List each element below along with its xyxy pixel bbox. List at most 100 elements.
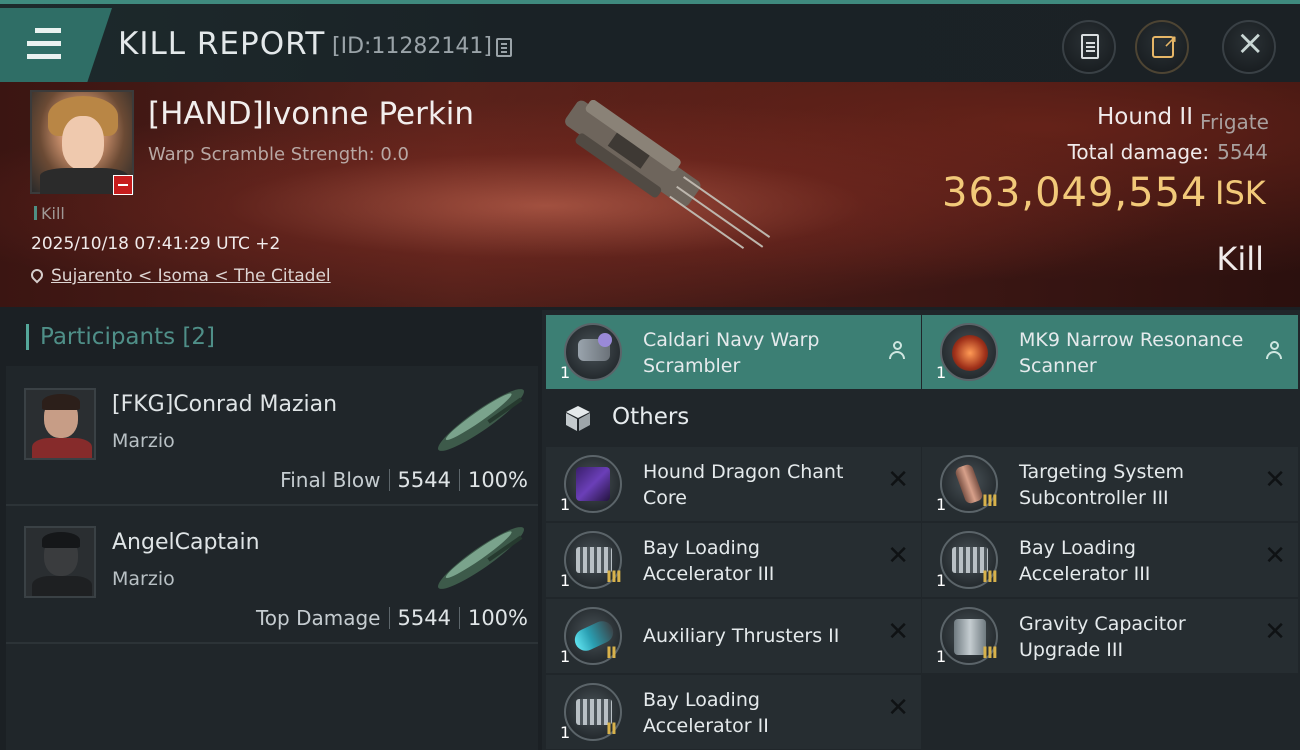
section-accent	[26, 324, 29, 350]
total-damage: Total damage: 5544	[1068, 140, 1268, 164]
isk-value: 363,049,554	[942, 170, 1208, 216]
location-pin-icon	[28, 266, 46, 284]
participant-percent: 100%	[467, 606, 528, 630]
module-quantity: 1	[936, 571, 947, 590]
participant-name[interactable]: AngelCaptain	[112, 530, 260, 555]
kill-tag: Kill	[34, 204, 65, 223]
core-icon	[564, 455, 622, 513]
menu-icon-bar	[27, 41, 61, 46]
hostile-badge-icon	[113, 175, 133, 195]
participant-ship-image	[438, 389, 524, 451]
module-name: Bay Loading Accelerator II	[643, 689, 769, 737]
module-name: Hound Dragon Chant Core	[643, 461, 844, 509]
participant-damage: 5544	[397, 468, 451, 492]
module-item[interactable]: 1 Caldari Navy Warp Scrambler	[546, 315, 921, 389]
module-item[interactable]: 1 II Auxiliary Thrusters II ✕	[546, 599, 921, 673]
module-item[interactable]: 1 MK9 Narrow Resonance Scanner	[922, 315, 1298, 389]
destroyed-x-icon: ✕	[1264, 617, 1286, 647]
stat-divider	[388, 607, 390, 629]
participants-title: Participants [2]	[40, 324, 215, 350]
participant-stats: Top Damage 5544 100%	[256, 606, 528, 630]
module-item[interactable]: 1 III Bay Loading Accelerator III ✕	[546, 523, 921, 597]
module-name: Bay Loading Accelerator III	[643, 537, 775, 585]
victim-banner: [HAND]Ivonne Perkin Warp Scramble Streng…	[0, 82, 1300, 307]
menu-button[interactable]	[0, 8, 112, 82]
others-title: Others	[612, 404, 690, 430]
modules-panel: 1 Caldari Navy Warp Scrambler 1 MK9 Narr…	[542, 310, 1300, 750]
module-item[interactable]: 1 III Gravity Capacitor Upgrade III ✕	[922, 599, 1298, 673]
module-quantity: 1	[936, 495, 947, 514]
module-item[interactable]: 1 III Targeting System Subcontroller III…	[922, 447, 1298, 521]
resonance-scanner-icon	[940, 323, 998, 381]
module-name: Caldari Navy Warp Scrambler	[643, 329, 820, 377]
share-button[interactable]: ↗	[1135, 20, 1189, 74]
module-item[interactable]: 1 II Bay Loading Accelerator II ✕	[546, 675, 921, 749]
ship-name[interactable]: Hound II	[1097, 104, 1193, 130]
module-quantity: 1	[560, 363, 571, 382]
avatar-face	[62, 116, 104, 170]
destroyed-x-icon: ✕	[887, 693, 909, 723]
participant-row[interactable]: [FKG]Conrad Mazian Marzio Final Blow 5544…	[6, 370, 538, 506]
destroyed-x-icon: ✕	[887, 465, 909, 495]
participant-damage: 5544	[397, 606, 451, 630]
module-name: Bay Loading Accelerator III	[1019, 537, 1151, 585]
location-link[interactable]: Sujarento < Isoma < The Citadel	[51, 266, 331, 286]
module-tier: III	[982, 643, 998, 662]
kill-datetime: 2025/10/18 07:41:29 UTC +2	[31, 234, 281, 254]
module-item[interactable]: 1 III Bay Loading Accelerator III ✕	[922, 523, 1298, 597]
share-arrow-icon: ↗	[1163, 31, 1179, 52]
module-quantity: 1	[560, 495, 571, 514]
participant-percent: 100%	[467, 468, 528, 492]
destroyed-x-icon: ✕	[1264, 541, 1286, 571]
module-name: Auxiliary Thrusters II	[643, 625, 840, 647]
menu-icon-bar	[27, 54, 61, 59]
close-icon: ×	[1236, 23, 1265, 63]
clipboard-icon	[1081, 34, 1099, 59]
module-art	[954, 463, 984, 505]
victim-ship-image	[565, 100, 771, 249]
participant-name[interactable]: [FKG]Conrad Mazian	[112, 392, 337, 417]
total-damage-label: Total damage:	[1067, 140, 1210, 164]
pilot-body	[889, 351, 905, 359]
victim-name[interactable]: [HAND]Ivonne Perkin	[148, 96, 474, 132]
warp-scramble-strength: Warp Scramble Strength: 0.0	[148, 144, 410, 165]
module-quantity: 1	[560, 571, 571, 590]
module-item[interactable]: 1 Hound Dragon Chant Core ✕	[546, 447, 921, 521]
close-button[interactable]: ×	[1222, 20, 1276, 74]
module-quantity: 1	[936, 647, 947, 666]
participant-row[interactable]: AngelCaptain Marzio Top Damage 5544 100%	[6, 508, 538, 644]
pilot-head	[1270, 341, 1279, 350]
pilot-icon	[889, 341, 905, 359]
pilot-icon	[1266, 341, 1282, 359]
destroyed-x-icon: ✕	[887, 617, 909, 647]
total-damage-value: 5544	[1217, 140, 1268, 164]
ship-class: Frigate	[1200, 110, 1269, 134]
avatar-hair	[42, 532, 80, 548]
module-tier: III	[982, 567, 998, 586]
destroyed-x-icon: ✕	[1264, 465, 1286, 495]
page-title: KILL REPORT	[118, 26, 326, 62]
warp-scrambler-icon	[564, 323, 622, 381]
module-tier: II	[606, 719, 617, 738]
participant-avatar[interactable]	[24, 388, 96, 460]
participant-ship-image	[438, 527, 524, 589]
avatar-hair	[42, 394, 80, 410]
copy-icon[interactable]	[496, 38, 512, 57]
participant-corp: Marzio	[112, 568, 175, 590]
module-name: Gravity Capacitor Upgrade III	[1019, 613, 1186, 661]
menu-icon-notch	[27, 27, 35, 34]
avatar-body	[32, 438, 92, 458]
module-quantity: 1	[560, 723, 571, 742]
module-tier: III	[982, 491, 998, 510]
ship-hull	[565, 100, 771, 249]
isk-unit: ISK	[1215, 174, 1266, 212]
kill-location[interactable]: Sujarento < Isoma < The Citadel	[28, 266, 331, 286]
participant-role: Top Damage	[255, 606, 381, 630]
avatar-body	[32, 576, 92, 596]
participant-stats: Final Blow 5544 100%	[280, 468, 528, 492]
module-quantity: 1	[560, 647, 571, 666]
module-name: MK9 Narrow Resonance Scanner	[1019, 329, 1244, 377]
stat-divider	[458, 469, 460, 491]
participant-avatar[interactable]	[24, 526, 96, 598]
clipboard-button[interactable]	[1062, 20, 1116, 74]
